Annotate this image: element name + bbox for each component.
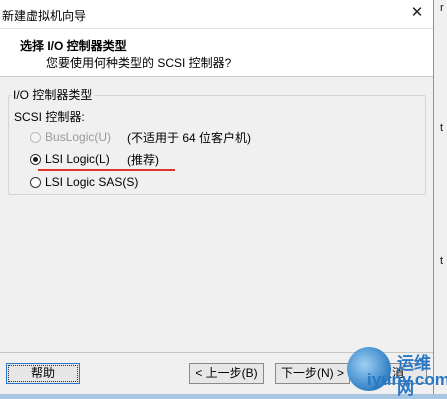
title-bar: 新建虚拟机向导 ✕ <box>0 0 433 29</box>
red-annotation-underline <box>38 169 175 171</box>
wizard-header: 选择 I/O 控制器类型 您要使用何种类型的 SCSI 控制器? <box>0 29 433 77</box>
close-icon[interactable]: ✕ <box>407 3 427 23</box>
radio-buslogic[interactable]: BusLogic(U) <box>30 129 111 145</box>
lsi-logic-note: (推荐) <box>127 153 159 167</box>
radio-lsi-logic-sas[interactable]: LSI Logic SAS(S) <box>30 174 138 190</box>
background-text-fragment: r <box>440 2 444 14</box>
background-text-fragment: t <box>440 255 444 267</box>
watermark-en-text: iyunv.com <box>367 370 447 389</box>
window-title: 新建虚拟机向导 <box>2 9 87 23</box>
radio-button[interactable] <box>30 176 41 188</box>
page-title: 选择 I/O 控制器类型 <box>20 39 127 53</box>
radio-label: LSI Logic SAS(S) <box>45 175 139 189</box>
buslogic-note: (不适用于 64 位客户机) <box>127 131 252 145</box>
radio-lsi-logic[interactable]: LSI Logic(L) <box>30 151 110 167</box>
radio-label: LSI Logic(L) <box>45 152 110 166</box>
radio-button[interactable] <box>30 131 41 143</box>
new-vm-wizard-dialog: 新建虚拟机向导 ✕ 选择 I/O 控制器类型 您要使用何种类型的 SCSI 控制… <box>0 0 434 394</box>
scsi-controller-label: SCSI 控制器: <box>14 110 85 124</box>
background-text-fragment: t <box>440 122 444 134</box>
radio-label: BusLogic(U) <box>45 130 112 144</box>
site-watermark: 运维网 iyunv.com <box>345 345 447 398</box>
back-button[interactable]: < 上一步(B) <box>189 363 264 384</box>
group-legend: I/O 控制器类型 <box>11 86 95 103</box>
page-subtitle: 您要使用何种类型的 SCSI 控制器? <box>46 56 232 70</box>
radio-button[interactable] <box>30 153 41 165</box>
next-button[interactable]: 下一步(N) > <box>275 363 350 384</box>
background-window-edge <box>433 0 447 394</box>
help-button[interactable]: 帮助 <box>6 363 80 384</box>
